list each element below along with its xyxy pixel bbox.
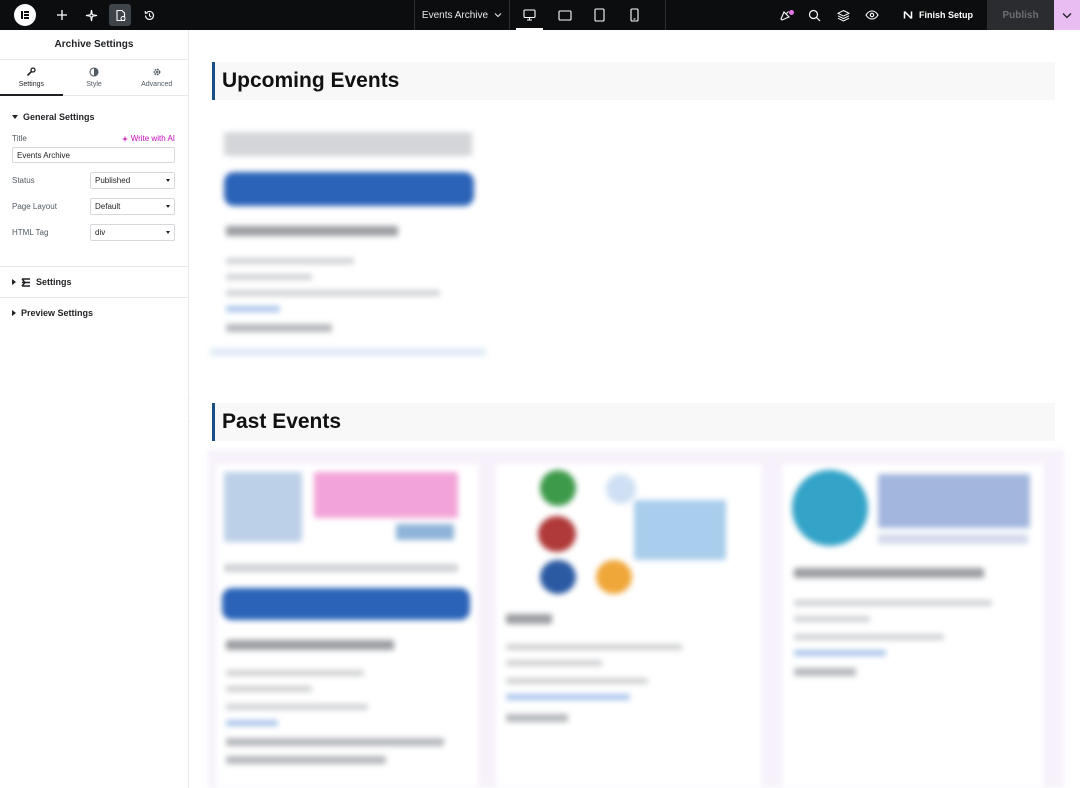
gear-icon <box>153 68 161 76</box>
page-settings-icon <box>115 9 125 21</box>
panel-tabs: Settings Style Advanced <box>0 60 188 96</box>
page-settings-button[interactable] <box>109 4 131 26</box>
upcoming-events-heading-block[interactable]: Upcoming Events <box>212 62 1055 100</box>
mobile-icon <box>630 8 639 22</box>
desktop-icon <box>523 9 536 21</box>
top-bar-right: Finish Setup Publish <box>767 0 1080 30</box>
device-desktop-button[interactable] <box>512 0 547 30</box>
caret-down-icon <box>166 205 170 208</box>
preview-eye-icon <box>865 10 879 20</box>
tab-style-label: Style <box>86 81 102 88</box>
ai-button[interactable] <box>80 4 102 26</box>
general-settings-label: General Settings <box>23 112 95 122</box>
page-layout-select[interactable]: Default <box>90 198 175 215</box>
notifications-button[interactable] <box>774 4 796 26</box>
upcoming-event-card[interactable] <box>210 124 486 364</box>
tab-advanced-label: Advanced <box>141 81 173 88</box>
page-layout-field-row: Page Layout Default <box>0 198 188 215</box>
publish-button[interactable]: Publish <box>987 0 1054 30</box>
ai-sparkle-icon <box>121 135 129 142</box>
past-event-card[interactable] <box>216 464 478 788</box>
tablet-icon <box>594 8 605 22</box>
caret-down-icon <box>166 179 170 182</box>
status-value: Published <box>95 176 131 185</box>
notification-dot <box>789 10 794 15</box>
past-events-heading: Past Events <box>222 410 342 433</box>
title-label: Title <box>12 134 27 143</box>
top-bar: Events Archive Finish Setup Publish <box>0 0 1080 30</box>
settings-section-label: Settings <box>36 277 72 287</box>
history-icon <box>144 10 154 20</box>
half-circle-icon <box>89 67 99 77</box>
html-tag-select[interactable]: div <box>90 224 175 241</box>
finish-setup-button[interactable]: Finish Setup <box>883 0 987 30</box>
caret-down-icon <box>12 115 18 119</box>
page-layout-value: Default <box>95 202 121 211</box>
search-icon <box>808 9 820 21</box>
document-title: Events Archive <box>421 9 489 21</box>
search-button[interactable] <box>803 4 825 26</box>
top-bar-left <box>0 0 160 30</box>
upcoming-events-heading: Upcoming Events <box>222 69 400 92</box>
elementor-e-icon <box>21 277 30 287</box>
ai-sparkle-icon <box>85 9 97 21</box>
title-field-row: Title Write with AI <box>0 134 188 143</box>
status-select[interactable]: Published <box>90 172 175 189</box>
elementor-logo-icon[interactable] <box>14 4 36 26</box>
past-event-card[interactable] <box>496 464 762 788</box>
finish-setup-label: Finish Setup <box>919 10 973 20</box>
responsive-device-switcher <box>512 0 652 30</box>
past-event-card[interactable] <box>782 464 1044 788</box>
tab-advanced[interactable]: Advanced <box>125 60 188 95</box>
write-with-ai-label: Write with AI <box>130 134 175 143</box>
chevron-down-icon <box>494 13 502 18</box>
device-tablet-landscape-button[interactable] <box>547 0 582 30</box>
preview-canvas: Upcoming Events Past Events <box>190 30 1080 788</box>
settings-panel: Archive Settings Settings Style Advanced… <box>0 30 189 788</box>
html-tag-value: div <box>95 228 106 237</box>
status-label: Status <box>12 176 35 185</box>
caret-right-icon <box>12 279 16 285</box>
history-button[interactable] <box>138 4 160 26</box>
panel-title: Archive Settings <box>0 30 188 60</box>
structure-layers-icon <box>836 9 850 22</box>
preview-settings-label: Preview Settings <box>21 308 94 318</box>
wrench-icon <box>27 67 36 77</box>
add-icon <box>57 10 67 20</box>
tab-style[interactable]: Style <box>63 60 126 95</box>
tablet-landscape-icon <box>557 9 572 21</box>
caret-right-icon <box>12 310 16 316</box>
preview-settings-toggle[interactable]: Preview Settings <box>0 298 188 328</box>
title-input[interactable]: Events Archive <box>12 147 175 163</box>
setup-checklist-icon <box>903 10 913 20</box>
publish-options-button[interactable] <box>1054 0 1080 30</box>
general-settings-toggle[interactable]: General Settings <box>0 102 188 132</box>
status-field-row: Status Published <box>0 172 188 189</box>
html-tag-field-row: HTML Tag div <box>0 224 188 241</box>
add-element-button[interactable] <box>51 4 73 26</box>
write-with-ai-button[interactable]: Write with AI <box>121 134 175 143</box>
structure-button[interactable] <box>832 4 854 26</box>
document-title-dropdown[interactable]: Events Archive <box>414 0 510 30</box>
devices-separator <box>665 0 666 30</box>
caret-down-icon <box>166 231 170 234</box>
html-tag-label: HTML Tag <box>12 228 49 237</box>
tab-settings-label: Settings <box>18 81 44 88</box>
device-tablet-button[interactable] <box>582 0 617 30</box>
settings-section-toggle[interactable]: Settings <box>0 267 188 297</box>
preview-button[interactable] <box>861 4 883 26</box>
past-events-heading-block[interactable]: Past Events <box>212 403 1055 441</box>
tab-settings[interactable]: Settings <box>0 60 63 96</box>
device-mobile-button[interactable] <box>617 0 652 30</box>
chevron-down-icon <box>1062 12 1072 18</box>
page-layout-label: Page Layout <box>12 202 57 211</box>
